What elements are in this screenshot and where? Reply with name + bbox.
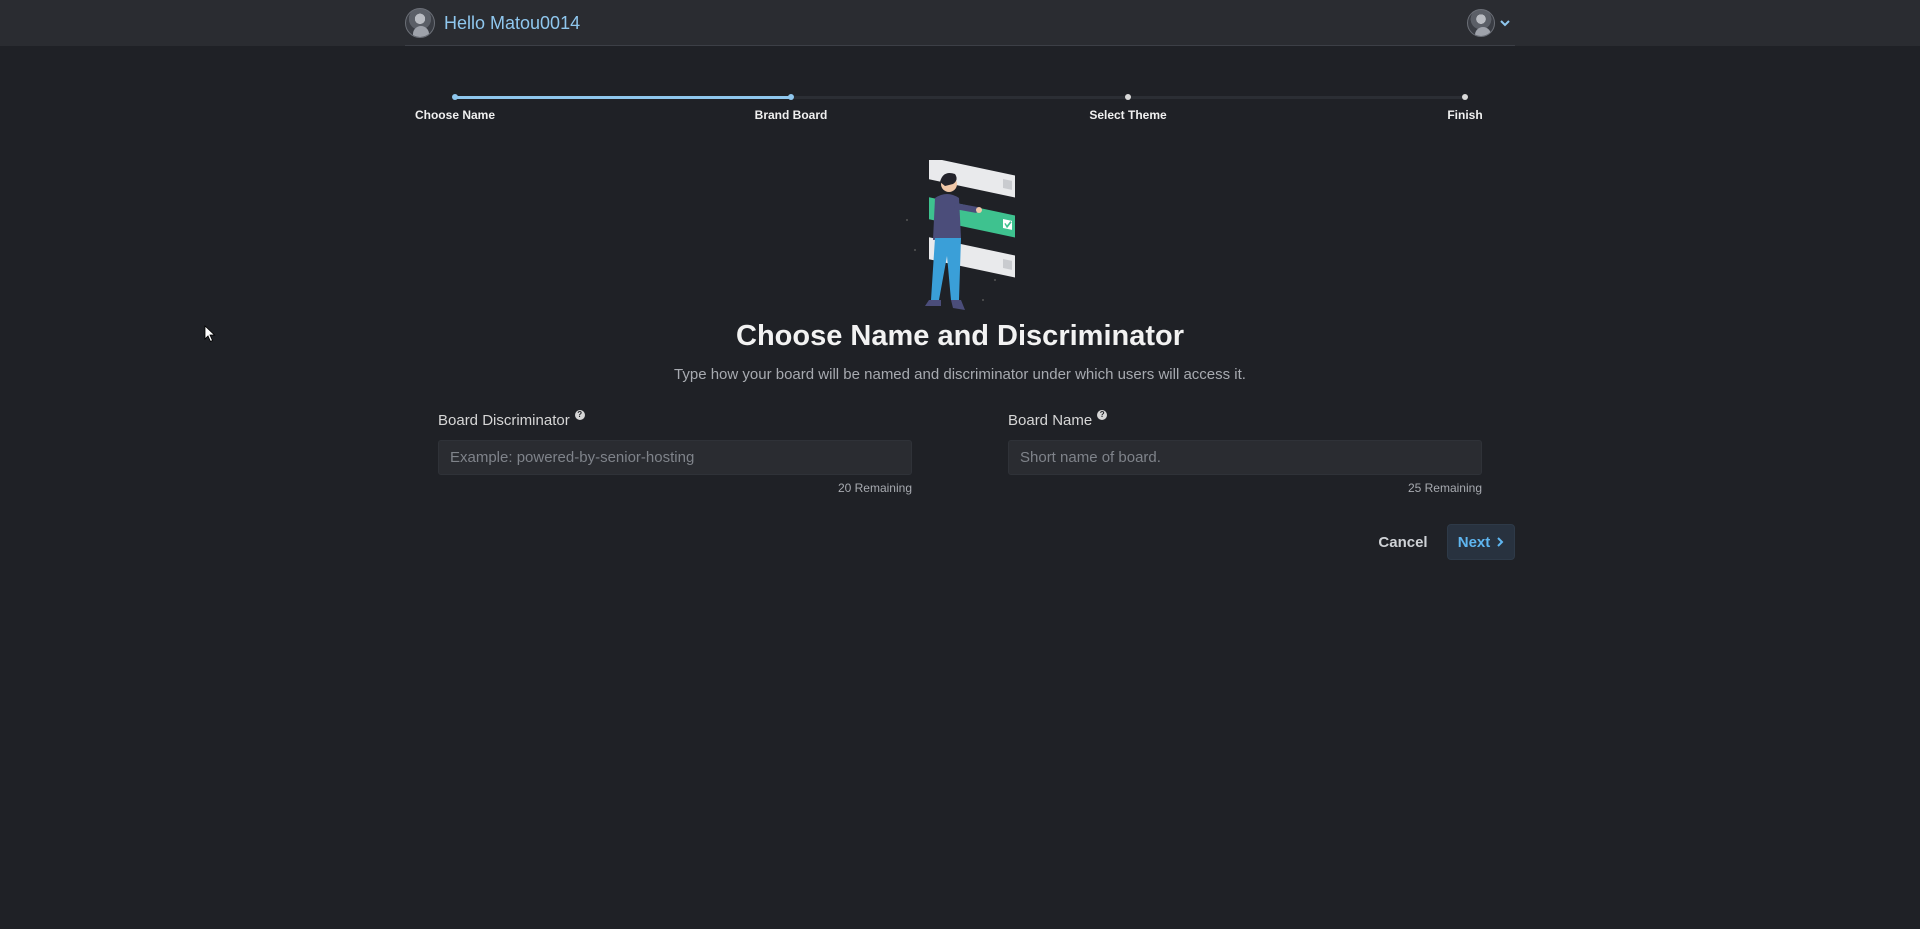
mouse-pointer-icon [204, 325, 216, 343]
chevron-down-icon [1500, 20, 1510, 27]
step-label: Select Theme [1089, 108, 1167, 122]
step-choose-name: Choose Name [375, 92, 535, 122]
step-dot [788, 94, 794, 100]
top-navigation-inner: Hello Matou0014 [405, 0, 1515, 46]
greeting-text: Hello Matou0014 [444, 12, 581, 33]
chevron-right-icon [1497, 537, 1504, 547]
user-avatar-icon [405, 8, 435, 38]
step-brand-board: Brand Board [711, 92, 871, 122]
next-button-label: Next [1457, 533, 1491, 551]
remaining-counter: 20 Remaining [837, 481, 912, 495]
board-discriminator-field: Board Discriminator ? 20 Remaining [438, 410, 912, 495]
step-dot [1125, 94, 1131, 100]
step-finish: Finish [1385, 92, 1545, 122]
board-name-field: Board Name ? 25 Remaining [1008, 410, 1482, 495]
question-circle-icon[interactable]: ? [574, 410, 585, 420]
page-title: Choose Name and Discriminator [736, 320, 1184, 352]
top-navigation-bar: Hello Matou0014 [0, 0, 1920, 46]
field-label: Board Name ? [1008, 410, 1482, 429]
field-label: Board Discriminator ? [438, 410, 912, 429]
user-menu-dropdown[interactable] [1467, 9, 1511, 37]
cancel-button[interactable]: Cancel [1368, 525, 1438, 559]
user-avatar-icon [1467, 9, 1495, 37]
brand-link[interactable]: Hello Matou0014 [405, 8, 580, 38]
step-label: Choose Name [414, 108, 496, 122]
board-name-label: Board Name [1008, 412, 1093, 429]
board-name-input[interactable] [1008, 440, 1482, 475]
step-label: Brand Board [754, 108, 828, 122]
next-button[interactable]: Next [1447, 524, 1515, 560]
question-circle-icon[interactable]: ? [1097, 410, 1108, 420]
wizard-stepper: Choose Name Brand Board Select Theme Fin… [405, 88, 1515, 128]
step-label: Finish [1447, 108, 1483, 122]
board-discriminator-input[interactable] [438, 440, 912, 475]
step-select-theme: Select Theme [1048, 92, 1208, 122]
step-dot [452, 94, 458, 100]
board-discriminator-label: Board Discriminator [438, 412, 570, 429]
page-subtitle: Type how your board will be named and di… [674, 366, 1246, 383]
step-dot [1462, 94, 1468, 100]
remaining-counter: 25 Remaining [1407, 481, 1482, 495]
stepper-track [455, 96, 1465, 99]
person-with-checklist-illustration [906, 160, 1015, 310]
